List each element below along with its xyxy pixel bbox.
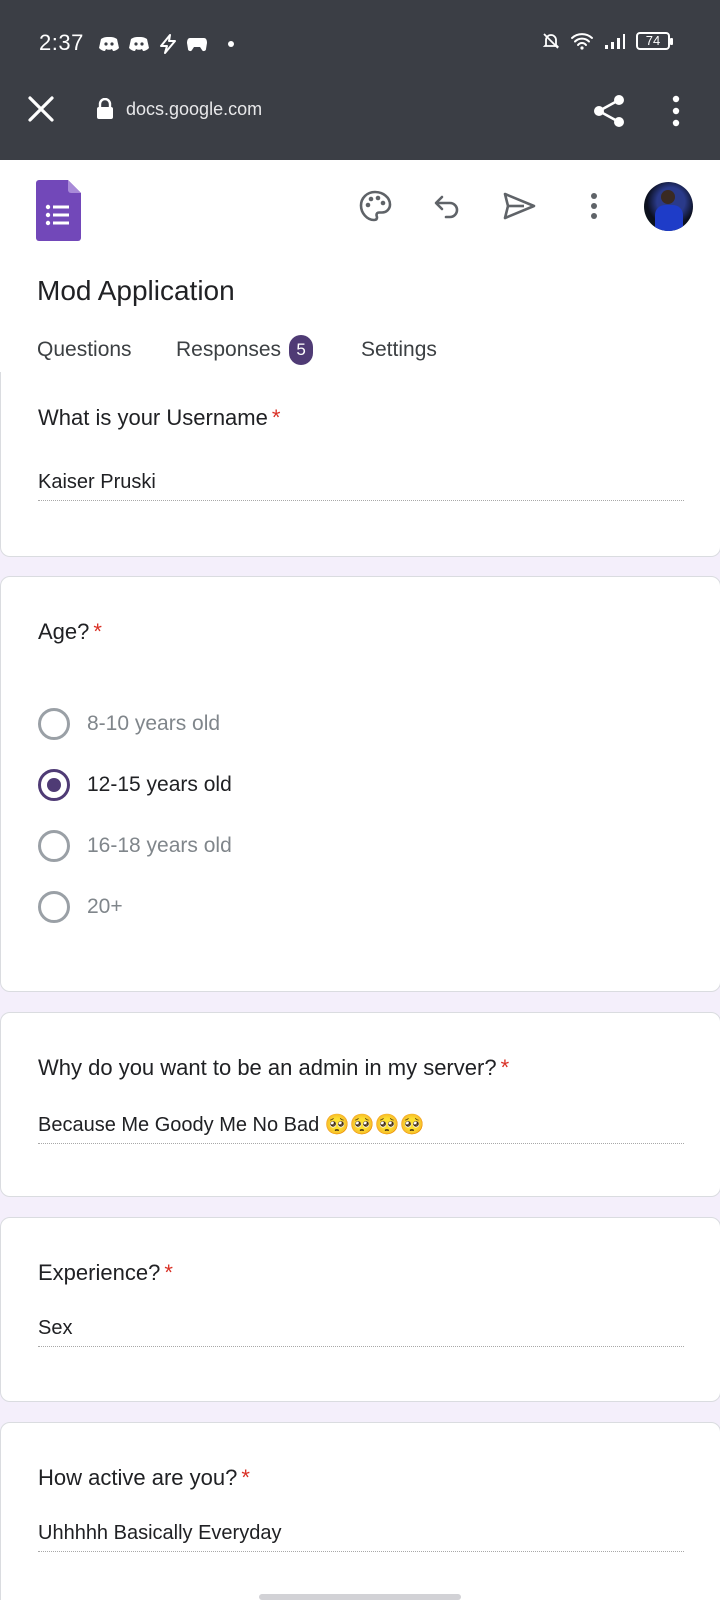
radio-option[interactable]: 8-10 years old bbox=[38, 708, 220, 740]
battery-indicator: 74 bbox=[636, 32, 673, 50]
question-card-experience: Experience? * Sex bbox=[0, 1217, 720, 1402]
discord-icon bbox=[99, 37, 119, 51]
question-card-age: Age? * 8-10 years old 12-15 years old 16-… bbox=[0, 576, 720, 992]
signal-icon bbox=[605, 34, 625, 49]
google-forms-logo-icon[interactable] bbox=[36, 180, 81, 241]
lock-icon bbox=[97, 98, 113, 119]
radio-button[interactable] bbox=[38, 891, 70, 923]
bolt-icon bbox=[160, 34, 176, 54]
gesture-home-bar[interactable] bbox=[259, 1594, 461, 1600]
url-bar[interactable]: docs.google.com bbox=[96, 98, 262, 120]
radio-button[interactable] bbox=[38, 830, 70, 862]
send-icon[interactable] bbox=[502, 188, 538, 224]
question-title: Age? * bbox=[38, 619, 102, 644]
radio-label: 12-15 years old bbox=[87, 773, 232, 796]
radio-option[interactable]: 20+ bbox=[38, 891, 123, 923]
gamepad-icon bbox=[187, 38, 207, 52]
notification-icons bbox=[98, 34, 234, 54]
radio-label: 16-18 years old bbox=[87, 834, 232, 857]
tab-settings-label: Settings bbox=[361, 338, 437, 361]
forms-header: Mod Application Questions Responses 5 Set… bbox=[0, 160, 720, 382]
answer-text: Uhhhhh Basically Everyday bbox=[38, 1522, 684, 1552]
share-icon[interactable] bbox=[592, 94, 626, 128]
required-asterisk: * bbox=[271, 405, 281, 430]
more-notifications-dot bbox=[228, 41, 234, 47]
tab-questions-label: Questions bbox=[37, 338, 132, 361]
required-asterisk: * bbox=[241, 1465, 250, 1490]
question-card-activity: How active are you? * Uhhhhh Basically Ev… bbox=[0, 1422, 720, 1600]
url-text: docs.google.com bbox=[126, 98, 263, 119]
radio-option-selected[interactable]: 12-15 years old bbox=[38, 769, 232, 801]
required-asterisk: * bbox=[500, 1055, 510, 1080]
status-time: 2:37 bbox=[39, 30, 84, 55]
answer-text: Sex bbox=[38, 1317, 684, 1347]
question-title: Why do you want to be an admin in my ser… bbox=[38, 1055, 510, 1080]
question-title: What is your Username * bbox=[38, 405, 281, 430]
undo-icon[interactable] bbox=[430, 188, 466, 224]
form-title: Mod Application bbox=[37, 275, 235, 306]
required-asterisk: * bbox=[93, 619, 102, 644]
tab-responses-label: Responses bbox=[176, 338, 282, 361]
radio-button[interactable] bbox=[38, 708, 70, 740]
wifi-icon bbox=[571, 33, 593, 50]
question-title: How active are you? * bbox=[38, 1465, 250, 1490]
radio-option[interactable]: 16-18 years old bbox=[38, 830, 232, 862]
question-card-username: What is your Username * Kaiser Pruski bbox=[0, 372, 720, 557]
question-card-admin-reason: Why do you want to be an admin in my ser… bbox=[0, 1012, 720, 1197]
question-title: Experience? * bbox=[38, 1260, 173, 1285]
radio-label: 8-10 years old bbox=[87, 712, 221, 735]
avatar[interactable] bbox=[644, 182, 693, 231]
status-indicators: 74 bbox=[542, 32, 673, 50]
responses-count-badge: 5 bbox=[289, 335, 314, 365]
mute-bell-icon bbox=[542, 33, 560, 49]
radio-label: 20+ bbox=[87, 895, 123, 918]
required-asterisk: * bbox=[164, 1260, 173, 1285]
discord-icon bbox=[129, 37, 149, 51]
radio-button-checked[interactable] bbox=[38, 769, 70, 801]
close-icon[interactable] bbox=[26, 94, 56, 124]
more-vert-icon[interactable] bbox=[670, 94, 682, 128]
answer-text: Because Me Goody Me No Bad 🥺🥺🥺🥺 bbox=[38, 1112, 684, 1144]
answer-text: Kaiser Pruski bbox=[38, 471, 684, 501]
palette-icon[interactable] bbox=[357, 188, 393, 224]
browser-chrome: 2:37 74 docs.google.com bbox=[0, 0, 720, 160]
more-vert-icon[interactable] bbox=[576, 188, 612, 224]
